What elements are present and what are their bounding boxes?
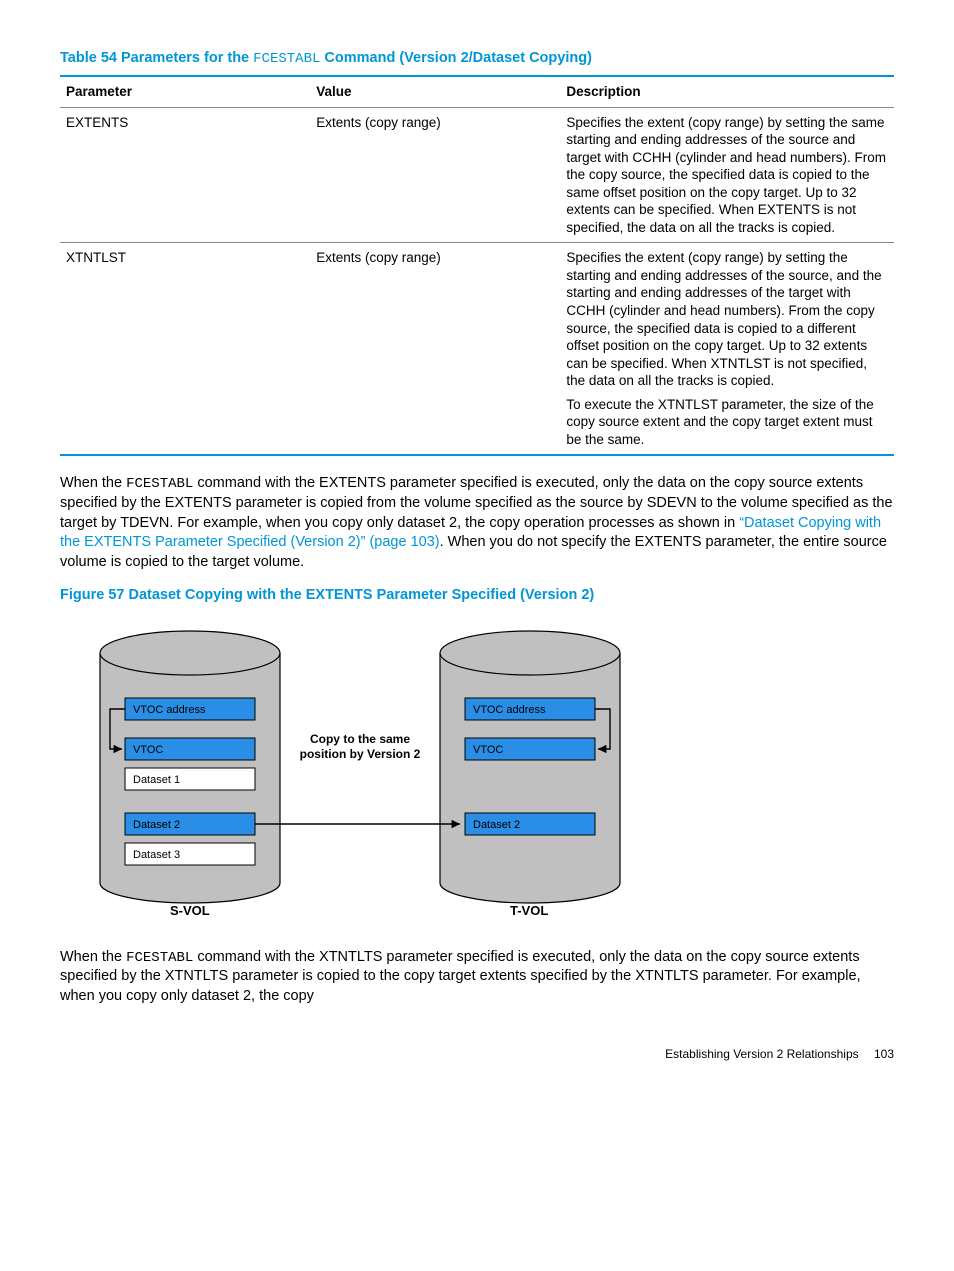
- parameters-table: Parameter Value Description EXTENTS Exte…: [60, 75, 894, 456]
- figure-57-diagram: VTOC address VTOC Dataset 1 Dataset 2 Da…: [60, 613, 894, 926]
- p2-code: FCESTABL: [126, 950, 193, 966]
- slot-dataset-1: Dataset 1: [133, 774, 180, 786]
- s-vol-cylinder: VTOC address VTOC Dataset 1 Dataset 2 Da…: [100, 631, 280, 903]
- slot-vtoc: VTOC: [133, 744, 163, 756]
- cell-param: XTNTLST: [60, 243, 310, 456]
- table-title-prefix: Table 54 Parameters for the: [60, 50, 253, 66]
- body-paragraph-2: When the FCESTABL command with the XTNTL…: [60, 948, 894, 1007]
- cell-desc: Specifies the extent (copy range) by set…: [560, 107, 894, 243]
- s-vol-label: S-VOL: [170, 903, 210, 918]
- desc-paragraph: To execute the XTNTLST parameter, the si…: [566, 396, 886, 449]
- col-header-parameter: Parameter: [60, 76, 310, 107]
- cell-desc: Specifies the extent (copy range) by set…: [560, 243, 894, 456]
- desc-paragraph: Specifies the extent (copy range) by set…: [566, 249, 886, 389]
- table-title-code: FCESTABL: [253, 51, 320, 67]
- col-header-description: Description: [560, 76, 894, 107]
- cell-value: Extents (copy range): [310, 243, 560, 456]
- slot-dataset-2: Dataset 2: [133, 819, 180, 831]
- footer-page-number: 103: [874, 1047, 894, 1061]
- page-footer: Establishing Version 2 Relationships 103: [60, 1047, 894, 1061]
- footer-section: Establishing Version 2 Relationships: [665, 1047, 858, 1061]
- table-title-suffix: Command (Version 2/Dataset Copying): [320, 50, 592, 66]
- slot-vtoc-address-r: VTOC address: [473, 704, 546, 716]
- p1-part1: When the: [60, 475, 126, 491]
- body-paragraph-1: When the FCESTABL command with the EXTEN…: [60, 474, 894, 572]
- t-vol-label: T-VOL: [510, 903, 548, 918]
- table-caption: Table 54 Parameters for the FCESTABL Com…: [60, 50, 894, 67]
- desc-paragraph: Specifies the extent (copy range) by set…: [566, 114, 886, 237]
- figure-caption: Figure 57 Dataset Copying with the EXTEN…: [60, 587, 894, 603]
- table-row: EXTENTS Extents (copy range) Specifies t…: [60, 107, 894, 243]
- figure-center-caption-1: Copy to the same: [310, 732, 410, 746]
- slot-vtoc-r: VTOC: [473, 744, 503, 756]
- t-vol-cylinder: VTOC address VTOC Dataset 2: [440, 631, 620, 903]
- p1-code: FCESTABL: [126, 476, 193, 492]
- col-header-value: Value: [310, 76, 560, 107]
- p2-part1: When the: [60, 949, 126, 965]
- cell-value: Extents (copy range): [310, 107, 560, 243]
- slot-vtoc-address: VTOC address: [133, 704, 206, 716]
- table-row: XTNTLST Extents (copy range) Specifies t…: [60, 243, 894, 456]
- slot-dataset-2-r: Dataset 2: [473, 819, 520, 831]
- figure-center-caption-2: position by Version 2: [300, 747, 421, 761]
- slot-dataset-3: Dataset 3: [133, 849, 180, 861]
- cell-param: EXTENTS: [60, 107, 310, 243]
